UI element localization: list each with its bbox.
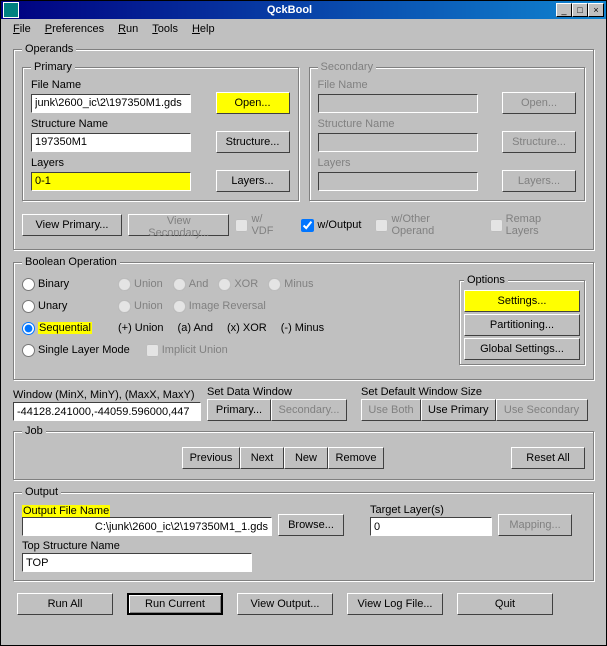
binary-and-radio: And bbox=[173, 278, 209, 291]
seq-xor-label: (x) XOR bbox=[227, 322, 267, 334]
menu-help[interactable]: Help bbox=[186, 21, 221, 37]
useboth-button: Use Both bbox=[361, 399, 421, 421]
output-group: Output Output File Name Browse... Target… bbox=[13, 486, 594, 581]
target-label: Target Layer(s) bbox=[370, 504, 492, 516]
seq-union-label: (+) Union bbox=[118, 322, 164, 334]
close-button[interactable]: × bbox=[588, 3, 604, 17]
output-filename-input[interactable] bbox=[22, 517, 272, 536]
seq-minus-label: (-) Minus bbox=[281, 322, 324, 334]
app-icon bbox=[3, 2, 19, 18]
secondary-structname-label: Structure Name bbox=[318, 118, 577, 130]
options-group: Options Settings... Partitioning... Glob… bbox=[459, 274, 585, 365]
primary-layers-input[interactable] bbox=[31, 172, 191, 191]
new-button[interactable]: New bbox=[284, 447, 328, 469]
wvdf-checkbox: w/ VDF bbox=[235, 213, 287, 237]
woutput-checkbox[interactable]: w/Output bbox=[301, 219, 361, 232]
runcurrent-button[interactable]: Run Current bbox=[127, 593, 223, 615]
sequential-radio[interactable]: Sequential bbox=[22, 322, 92, 335]
secondary-open-button: Open... bbox=[502, 92, 576, 114]
binary-union-radio: Union bbox=[118, 278, 163, 291]
useprimary-button[interactable]: Use Primary bbox=[421, 399, 496, 421]
implicit-checkbox: Implicit Union bbox=[146, 344, 228, 357]
unary-union-radio: Union bbox=[118, 300, 163, 313]
primary-structure-button[interactable]: Structure... bbox=[216, 131, 290, 153]
view-primary-button[interactable]: View Primary... bbox=[22, 214, 122, 236]
window-label: Window (MinX, MinY), (MaxX, MaxY) bbox=[13, 389, 201, 401]
output-filename-label: Output File Name bbox=[22, 505, 110, 517]
window-input[interactable] bbox=[13, 402, 201, 421]
target-input[interactable] bbox=[370, 517, 492, 536]
unary-imgrev-radio: Image Reversal bbox=[173, 300, 266, 313]
secondary-structure-button: Structure... bbox=[502, 131, 576, 153]
window-primary-button[interactable]: Primary... bbox=[207, 399, 271, 421]
output-legend: Output bbox=[22, 486, 61, 498]
topstruct-input[interactable] bbox=[22, 553, 252, 572]
primary-group: Primary File Name Open... Structure Name… bbox=[22, 61, 299, 201]
menubar: File Preferences Run Tools Help bbox=[1, 19, 606, 39]
titlebar: QckBool _ □ × bbox=[1, 1, 606, 19]
resetall-button[interactable]: Reset All bbox=[511, 447, 585, 469]
window-title: QckBool bbox=[23, 4, 556, 16]
wother-checkbox: w/Other Operand bbox=[375, 213, 475, 237]
secondary-structname-input bbox=[318, 133, 478, 152]
menu-file[interactable]: File bbox=[7, 21, 37, 37]
primary-legend: Primary bbox=[31, 61, 75, 73]
binary-radio[interactable]: Binary bbox=[22, 278, 69, 291]
menu-tools[interactable]: Tools bbox=[146, 21, 184, 37]
menu-preferences[interactable]: Preferences bbox=[39, 21, 110, 37]
options-legend: Options bbox=[464, 274, 508, 286]
secondary-filename-label: File Name bbox=[318, 79, 577, 91]
seq-and-label: (a) And bbox=[178, 322, 213, 334]
remap-checkbox: Remap Layers bbox=[490, 213, 577, 237]
viewoutput-button[interactable]: View Output... bbox=[237, 593, 333, 615]
maximize-button[interactable]: □ bbox=[572, 3, 588, 17]
job-legend: Job bbox=[22, 425, 46, 437]
job-group: Job Previous Next New Remove Reset All bbox=[13, 425, 594, 480]
boolop-legend: Boolean Operation bbox=[22, 256, 120, 268]
primary-open-button[interactable]: Open... bbox=[216, 92, 290, 114]
minimize-button[interactable]: _ bbox=[556, 3, 572, 17]
global-settings-button[interactable]: Global Settings... bbox=[464, 338, 580, 360]
settings-button[interactable]: Settings... bbox=[464, 290, 580, 312]
runall-button[interactable]: Run All bbox=[17, 593, 113, 615]
binary-xor-radio: XOR bbox=[218, 278, 258, 291]
primary-structname-label: Structure Name bbox=[31, 118, 290, 130]
operands-legend: Operands bbox=[22, 43, 76, 55]
remove-button[interactable]: Remove bbox=[328, 447, 384, 469]
secondary-filename-input bbox=[318, 94, 478, 113]
viewlog-button[interactable]: View Log File... bbox=[347, 593, 443, 615]
view-secondary-button: View Secondary... bbox=[128, 214, 229, 236]
secondary-legend: Secondary bbox=[318, 61, 377, 73]
browse-button[interactable]: Browse... bbox=[278, 514, 344, 536]
next-button[interactable]: Next bbox=[240, 447, 284, 469]
primary-layers-label: Layers bbox=[31, 157, 290, 169]
secondary-group: Secondary File Name Open... Structure Na… bbox=[309, 61, 586, 201]
previous-button[interactable]: Previous bbox=[182, 447, 240, 469]
primary-filename-label: File Name bbox=[31, 79, 290, 91]
menu-run[interactable]: Run bbox=[112, 21, 144, 37]
window-secondary-button: Secondary... bbox=[271, 399, 347, 421]
single-radio[interactable]: Single Layer Mode bbox=[22, 344, 130, 357]
operands-group: Operands Primary File Name Open... Struc… bbox=[13, 43, 594, 250]
primary-layers-button[interactable]: Layers... bbox=[216, 170, 290, 192]
secondary-layers-button: Layers... bbox=[502, 170, 576, 192]
primary-filename-input[interactable] bbox=[31, 94, 191, 113]
setdefault-label: Set Default Window Size bbox=[361, 386, 588, 398]
usesecondary-button: Use Secondary bbox=[496, 399, 588, 421]
quit-button[interactable]: Quit bbox=[457, 593, 553, 615]
boolop-group: Boolean Operation Binary Union And XOR M… bbox=[13, 256, 594, 380]
setdata-label: Set Data Window bbox=[207, 386, 347, 398]
binary-minus-radio: Minus bbox=[268, 278, 313, 291]
primary-structname-input[interactable] bbox=[31, 133, 191, 152]
topstruct-label: Top Structure Name bbox=[22, 540, 585, 552]
secondary-layers-input bbox=[318, 172, 478, 191]
mapping-button: Mapping... bbox=[498, 514, 572, 536]
secondary-layers-label: Layers bbox=[318, 157, 577, 169]
unary-radio[interactable]: Unary bbox=[22, 300, 67, 313]
partitioning-button[interactable]: Partitioning... bbox=[464, 314, 580, 336]
